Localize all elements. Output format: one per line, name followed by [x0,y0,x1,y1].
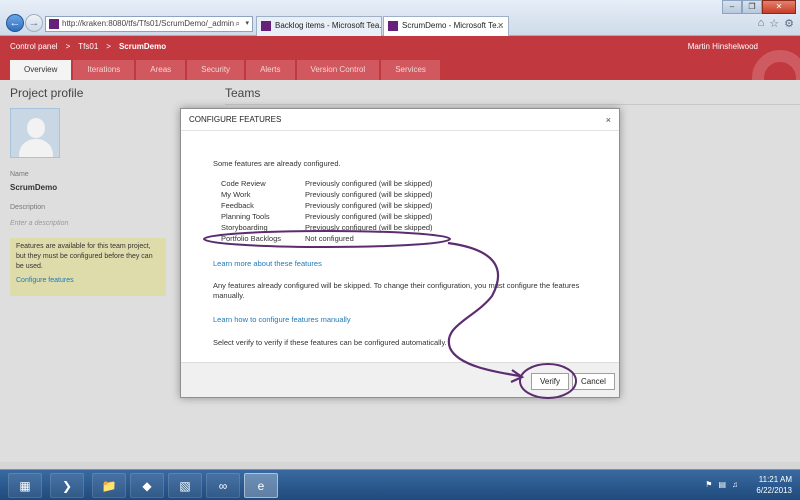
tab-security[interactable]: Security [187,60,245,80]
visual-studio-icon[interactable]: ∞ [206,473,240,498]
feature-name: Storyboarding [221,223,268,232]
breadcrumb: Control panel > Tfs01 > ScrumDemo [10,42,166,51]
feature-status: Previously configured (will be skipped) [305,179,433,188]
tab-iterations[interactable]: Iterations [73,60,135,80]
admin-nav-tabs: Overview Iterations Areas Security Alert… [10,60,440,80]
home-icon[interactable]: ⌂ [758,17,765,30]
close-tab-icon[interactable]: ✕ [497,17,504,35]
user-name[interactable]: Martin Hinshelwood [688,42,758,51]
feature-name: Code Review [221,179,266,188]
feature-status: Not configured [305,234,354,243]
description-input[interactable]: Enter a description [10,220,68,227]
internet-explorer-icon[interactable]: e [244,473,278,498]
features-notice: Features are available for this team pro… [10,238,166,296]
notice-text: Features are available for this team pro… [16,243,153,270]
breadcrumb-project: ScrumDemo [118,42,167,51]
chevron-down-icon[interactable]: ▾ [245,17,249,31]
address-text: http://kraken:8080/tfs/Tfs01/ScrumDemo/_… [62,19,235,28]
taskbar: ▦ ❯ 📁 ◆ ▧ ∞ e ⚑ ▤ ♫ 11:21 AM 6/22/2013 [0,469,800,500]
volume-icon[interactable]: ♫ [732,480,738,489]
divider [225,104,800,105]
avatar-body-icon [19,139,53,157]
tab-areas[interactable]: Areas [136,60,186,80]
configure-features-link[interactable]: Configure features [16,276,160,286]
close-window-button[interactable]: ✕ [762,0,796,14]
tfs-header: Control panel > Tfs01 > ScrumDemo Martin… [0,36,800,80]
clock-date: 6/22/2013 [756,486,792,495]
cancel-button[interactable]: Cancel [572,373,615,390]
tab-backlog-items[interactable]: Backlog items - Microsoft Tea... [256,16,382,36]
tab-services[interactable]: Services [381,60,440,80]
browser-chrome: ← → http://kraken:8080/tfs/Tfs01/ScrumDe… [0,0,800,36]
project-avatar[interactable] [10,108,60,158]
feature-name: Planning Tools [221,212,270,221]
address-bar[interactable]: http://kraken:8080/tfs/Tfs01/ScrumDemo/_… [45,16,253,32]
tab-version-control[interactable]: Version Control [296,60,380,80]
system-tray: ⚑ ▤ ♫ [705,480,738,489]
name-label: Name [10,171,29,178]
breadcrumb-separator: > [106,42,111,51]
avatar-head-icon [27,118,45,138]
gear-icon[interactable]: ⚙ [784,17,794,30]
project-name: ScrumDemo [10,183,58,192]
restore-button[interactable]: ❐ [742,0,762,14]
tab-label: Backlog items - Microsoft Tea... [275,21,382,30]
admin-gear-icon [752,50,800,80]
breadcrumb-control-panel[interactable]: Control panel [10,42,58,51]
verify-instructions: Select verify to verify if these feature… [213,338,447,347]
forward-button[interactable]: → [25,14,43,32]
window-controls: – ❐ ✕ [722,0,796,14]
server-manager-icon[interactable]: ▦ [8,473,42,498]
clock[interactable]: 11:21 AM 6/22/2013 [756,474,792,496]
file-explorer-icon[interactable]: 📁 [92,473,126,498]
learn-more-link[interactable]: Learn more about these features [213,259,322,268]
dialog-title: CONFIGURE FEATURES [181,109,619,131]
breadcrumb-collection[interactable]: Tfs01 [78,42,98,51]
page-title: Project profile [10,86,84,100]
favorites-star-icon[interactable]: ☆ [769,17,779,30]
flag-icon[interactable]: ⚑ [705,480,712,489]
tab-label: ScrumDemo - Microsoft Te... [402,21,504,30]
network-icon[interactable]: ▤ [718,480,726,489]
search-icon[interactable]: ⌕ [236,17,240,31]
breadcrumb-separator: > [65,42,71,51]
tab-alerts[interactable]: Alerts [246,60,295,80]
feature-status: Previously configured (will be skipped) [305,212,433,221]
feature-name: My Work [221,190,251,199]
minimize-button[interactable]: – [722,0,742,14]
verify-button[interactable]: Verify [531,373,570,390]
feature-status: Previously configured (will be skipped) [305,223,433,232]
vs-favicon-icon [49,19,59,29]
description-label: Description [10,204,46,211]
browser-toolbar: ⌂ ☆ ⚙ [758,17,794,30]
skip-text: Any features already configured will be … [213,281,580,300]
feature-name: Feedback [221,201,254,210]
feature-status: Previously configured (will be skipped) [305,201,433,210]
powershell-icon[interactable]: ❯ [50,473,84,498]
remote-desktop-icon[interactable]: ▧ [168,473,202,498]
back-button[interactable]: ← [6,14,24,32]
package-icon[interactable]: ◆ [130,473,164,498]
intro-text: Some features are already configured. [213,159,341,168]
feature-status: Previously configured (will be skipped) [305,190,433,199]
clock-time: 11:21 AM [758,475,792,484]
close-icon[interactable]: × [606,109,611,131]
manual-config-link[interactable]: Learn how to configure features manually [213,315,351,324]
tab-overview[interactable]: Overview [10,60,72,80]
vs-favicon-icon [388,21,398,31]
configure-features-dialog: CONFIGURE FEATURES × Some features are a… [180,108,620,398]
feature-name: Portfolio Backlogs [221,234,282,243]
vs-favicon-icon [261,21,271,31]
tab-scrumdemo[interactable]: ScrumDemo - Microsoft Te... ✕ [383,16,509,36]
teams-title: Teams [225,86,261,100]
